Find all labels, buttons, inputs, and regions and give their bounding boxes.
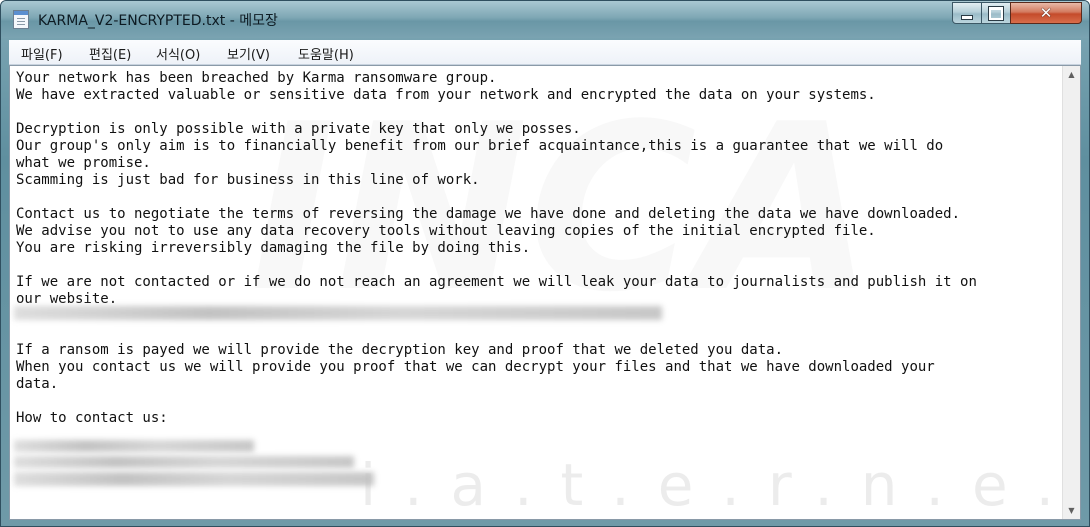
close-icon: ✕: [1039, 4, 1053, 22]
document-line: If a ransom is payed we will provide the…: [16, 342, 784, 358]
menu-view[interactable]: 보기(V): [227, 44, 270, 63]
document-line: When you contact us we will provide you …: [16, 359, 935, 375]
menu-edit[interactable]: 편집(E): [89, 44, 131, 63]
document-line: If we are not contacted or if we do not …: [16, 274, 977, 290]
redacted-contact-line: [14, 440, 254, 452]
menu-format[interactable]: 서식(O): [156, 44, 200, 63]
document-line: Your network has been breached by Karma …: [16, 70, 497, 86]
notepad-window: KARMA_V2-ENCRYPTED.txt - 메모장 ✕ 파일(F) 편집(…: [0, 0, 1090, 527]
title-bar[interactable]: KARMA_V2-ENCRYPTED.txt - 메모장 ✕: [1, 1, 1089, 38]
scroll-up-icon[interactable]: ▲: [1063, 66, 1080, 83]
minimize-icon: [961, 14, 973, 20]
notepad-icon: [13, 10, 29, 29]
window-title: KARMA_V2-ENCRYPTED.txt - 메모장: [38, 13, 278, 29]
maximize-button[interactable]: [981, 2, 1011, 24]
redacted-url: [14, 306, 662, 320]
scroll-down-icon[interactable]: ▼: [1063, 502, 1080, 519]
menu-help[interactable]: 도움말(H): [298, 44, 354, 63]
redacted-contact-line: [14, 472, 374, 486]
maximize-icon: [988, 5, 1004, 21]
document-line: We have extracted valuable or sensitive …: [16, 87, 876, 103]
document-line: data.: [16, 376, 59, 392]
document-line: our website.: [16, 291, 118, 307]
document-line: How to contact us:: [16, 410, 168, 426]
close-button[interactable]: ✕: [1010, 2, 1082, 24]
menu-file[interactable]: 파일(F): [21, 44, 63, 63]
redacted-contact-line: [14, 456, 354, 468]
document-line: Our group's only aim is to financially b…: [16, 138, 944, 154]
document-line: Scamming is just bad for business in thi…: [16, 172, 480, 188]
text-editor[interactable]: INCA i.a.t.e.r.n.e.t Your network has be…: [9, 65, 1081, 520]
document-line: what we promise.: [16, 155, 151, 171]
document-line: Decryption is only possible with a priva…: [16, 121, 581, 137]
minimize-button[interactable]: [952, 2, 982, 24]
document-line: Contact us to negotiate the terms of rev…: [16, 206, 961, 222]
vertical-scrollbar[interactable]: ▲ ▼: [1062, 66, 1080, 519]
document-line: We advise you not to use any data recove…: [16, 223, 876, 239]
document-line: You are risking irreversibly damaging th…: [16, 240, 531, 256]
menu-bar: 파일(F) 편집(E) 서식(O) 보기(V) 도움말(H): [9, 40, 1081, 65]
